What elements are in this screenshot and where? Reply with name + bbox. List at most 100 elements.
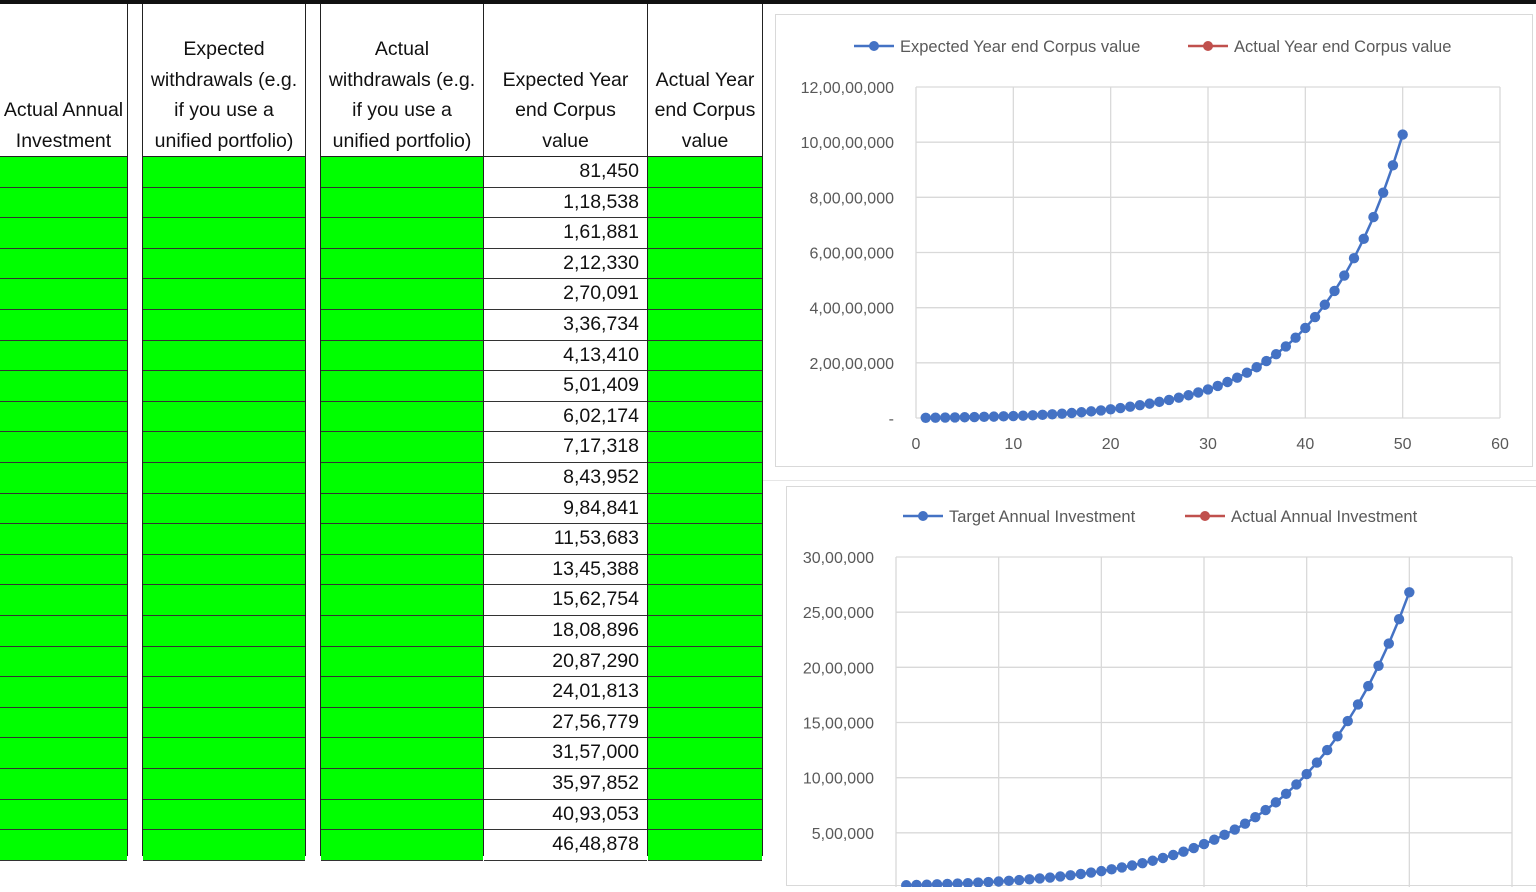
expected-withdrawals-cell[interactable] bbox=[143, 218, 305, 249]
expected-corpus-cell[interactable]: 20,87,290 bbox=[484, 647, 647, 678]
actual-corpus-cell[interactable] bbox=[648, 616, 762, 647]
expected-corpus-cell[interactable]: 46,48,878 bbox=[484, 830, 647, 861]
expected-withdrawals-cell[interactable] bbox=[143, 646, 305, 678]
expected-corpus-cell[interactable]: 11,53,683 bbox=[484, 524, 647, 555]
expected-corpus-cell[interactable]: 31,57,000 bbox=[484, 738, 647, 769]
actual-corpus-cell[interactable] bbox=[648, 769, 762, 800]
expected-corpus-cell[interactable]: 9,84,841 bbox=[484, 494, 647, 525]
actual-corpus-cell[interactable] bbox=[648, 371, 762, 402]
actual-annual-investment-cell[interactable] bbox=[0, 248, 127, 280]
actual-withdrawals-cell[interactable] bbox=[321, 218, 483, 249]
expected-withdrawals-cell[interactable] bbox=[143, 340, 305, 372]
actual-withdrawals-cell[interactable] bbox=[321, 463, 483, 494]
actual-annual-investment-cell[interactable] bbox=[0, 616, 127, 647]
actual-annual-investment-cell[interactable] bbox=[0, 738, 127, 769]
expected-withdrawals-cell[interactable] bbox=[143, 554, 305, 586]
expected-withdrawals-cell[interactable] bbox=[143, 769, 305, 800]
actual-annual-investment-cell[interactable] bbox=[0, 769, 127, 800]
actual-withdrawals-cell[interactable] bbox=[321, 524, 483, 555]
actual-annual-investment-cell[interactable] bbox=[0, 371, 127, 402]
expected-corpus-cell[interactable]: 2,12,330 bbox=[484, 249, 647, 280]
actual-withdrawals-cell[interactable] bbox=[321, 279, 483, 310]
actual-corpus-cell[interactable] bbox=[648, 677, 762, 708]
actual-annual-investment-cell[interactable] bbox=[0, 585, 127, 616]
corpus-chart[interactable]: - 2,00,00,000 4,00,00,000 6,00,00,000 8,00,0… bbox=[775, 14, 1533, 467]
expected-corpus-cell[interactable]: 24,01,813 bbox=[484, 677, 647, 708]
actual-withdrawals-cell[interactable] bbox=[321, 707, 483, 739]
actual-withdrawals-cell[interactable] bbox=[321, 769, 483, 800]
expected-withdrawals-cell[interactable] bbox=[143, 157, 305, 188]
actual-corpus-cell[interactable] bbox=[648, 463, 762, 494]
actual-corpus-cell[interactable] bbox=[648, 248, 762, 280]
expected-corpus-cell[interactable]: 1,61,881 bbox=[484, 218, 647, 249]
actual-withdrawals-cell[interactable] bbox=[321, 830, 483, 861]
actual-corpus-cell[interactable] bbox=[648, 310, 762, 341]
actual-withdrawals-cell[interactable] bbox=[321, 554, 483, 586]
actual-annual-investment-cell[interactable] bbox=[0, 493, 127, 525]
actual-annual-investment-cell[interactable] bbox=[0, 340, 127, 372]
actual-corpus-cell[interactable] bbox=[648, 799, 762, 831]
actual-corpus-cell[interactable] bbox=[648, 646, 762, 678]
actual-corpus-cell[interactable] bbox=[648, 340, 762, 372]
actual-withdrawals-cell[interactable] bbox=[321, 340, 483, 372]
actual-annual-investment-cell[interactable] bbox=[0, 218, 127, 249]
expected-corpus-cell[interactable]: 35,97,852 bbox=[484, 769, 647, 800]
actual-withdrawals-cell[interactable] bbox=[321, 677, 483, 708]
actual-annual-investment-cell[interactable] bbox=[0, 707, 127, 739]
actual-annual-investment-cell[interactable] bbox=[0, 157, 127, 188]
actual-withdrawals-cell[interactable] bbox=[321, 585, 483, 616]
expected-withdrawals-cell[interactable] bbox=[143, 248, 305, 280]
expected-withdrawals-cell[interactable] bbox=[143, 707, 305, 739]
actual-corpus-cell[interactable] bbox=[648, 830, 762, 861]
actual-annual-investment-cell[interactable] bbox=[0, 524, 127, 555]
actual-withdrawals-cell[interactable] bbox=[321, 310, 483, 341]
expected-withdrawals-cell[interactable] bbox=[143, 371, 305, 402]
expected-withdrawals-cell[interactable] bbox=[143, 310, 305, 341]
actual-annual-investment-cell[interactable] bbox=[0, 646, 127, 678]
actual-withdrawals-cell[interactable] bbox=[321, 738, 483, 769]
actual-corpus-cell[interactable] bbox=[648, 585, 762, 616]
actual-annual-investment-cell[interactable] bbox=[0, 463, 127, 494]
expected-withdrawals-cell[interactable] bbox=[143, 279, 305, 310]
expected-corpus-cell[interactable]: 1,18,538 bbox=[484, 188, 647, 219]
expected-corpus-cell[interactable]: 8,43,952 bbox=[484, 463, 647, 494]
expected-corpus-cell[interactable]: 18,08,896 bbox=[484, 616, 647, 647]
actual-annual-investment-cell[interactable] bbox=[0, 830, 127, 861]
actual-withdrawals-cell[interactable] bbox=[321, 157, 483, 188]
actual-corpus-cell[interactable] bbox=[648, 554, 762, 586]
actual-withdrawals-cell[interactable] bbox=[321, 646, 483, 678]
actual-annual-investment-cell[interactable] bbox=[0, 310, 127, 341]
actual-withdrawals-cell[interactable] bbox=[321, 616, 483, 647]
expected-withdrawals-cell[interactable] bbox=[143, 830, 305, 861]
actual-annual-investment-cell[interactable] bbox=[0, 432, 127, 463]
expected-withdrawals-cell[interactable] bbox=[143, 799, 305, 831]
expected-corpus-cell[interactable]: 27,56,779 bbox=[484, 708, 647, 739]
expected-corpus-cell[interactable]: 6,02,174 bbox=[484, 402, 647, 433]
actual-corpus-cell[interactable] bbox=[648, 218, 762, 249]
expected-withdrawals-cell[interactable] bbox=[143, 585, 305, 616]
expected-withdrawals-cell[interactable] bbox=[143, 432, 305, 463]
expected-corpus-cell[interactable]: 81,450 bbox=[484, 157, 647, 188]
actual-annual-investment-cell[interactable] bbox=[0, 554, 127, 586]
actual-withdrawals-cell[interactable] bbox=[321, 371, 483, 402]
investment-chart[interactable]: 5,00,000 10,00,000 15,00,000 20,00,000 25,00… bbox=[786, 486, 1536, 891]
actual-corpus-cell[interactable] bbox=[648, 157, 762, 188]
actual-annual-investment-cell[interactable] bbox=[0, 799, 127, 831]
expected-withdrawals-cell[interactable] bbox=[143, 493, 305, 525]
actual-corpus-cell[interactable] bbox=[648, 707, 762, 739]
expected-withdrawals-cell[interactable] bbox=[143, 524, 305, 555]
expected-withdrawals-cell[interactable] bbox=[143, 677, 305, 708]
expected-corpus-cell[interactable]: 3,36,734 bbox=[484, 310, 647, 341]
actual-corpus-cell[interactable] bbox=[648, 279, 762, 310]
expected-corpus-cell[interactable]: 40,93,053 bbox=[484, 800, 647, 831]
expected-corpus-cell[interactable]: 7,17,318 bbox=[484, 432, 647, 463]
actual-annual-investment-cell[interactable] bbox=[0, 279, 127, 310]
actual-withdrawals-cell[interactable] bbox=[321, 432, 483, 463]
expected-withdrawals-cell[interactable] bbox=[143, 616, 305, 647]
expected-corpus-cell[interactable]: 4,13,410 bbox=[484, 341, 647, 372]
actual-withdrawals-cell[interactable] bbox=[321, 248, 483, 280]
actual-corpus-cell[interactable] bbox=[648, 524, 762, 555]
actual-annual-investment-cell[interactable] bbox=[0, 187, 127, 219]
actual-corpus-cell[interactable] bbox=[648, 738, 762, 769]
expected-withdrawals-cell[interactable] bbox=[143, 463, 305, 494]
